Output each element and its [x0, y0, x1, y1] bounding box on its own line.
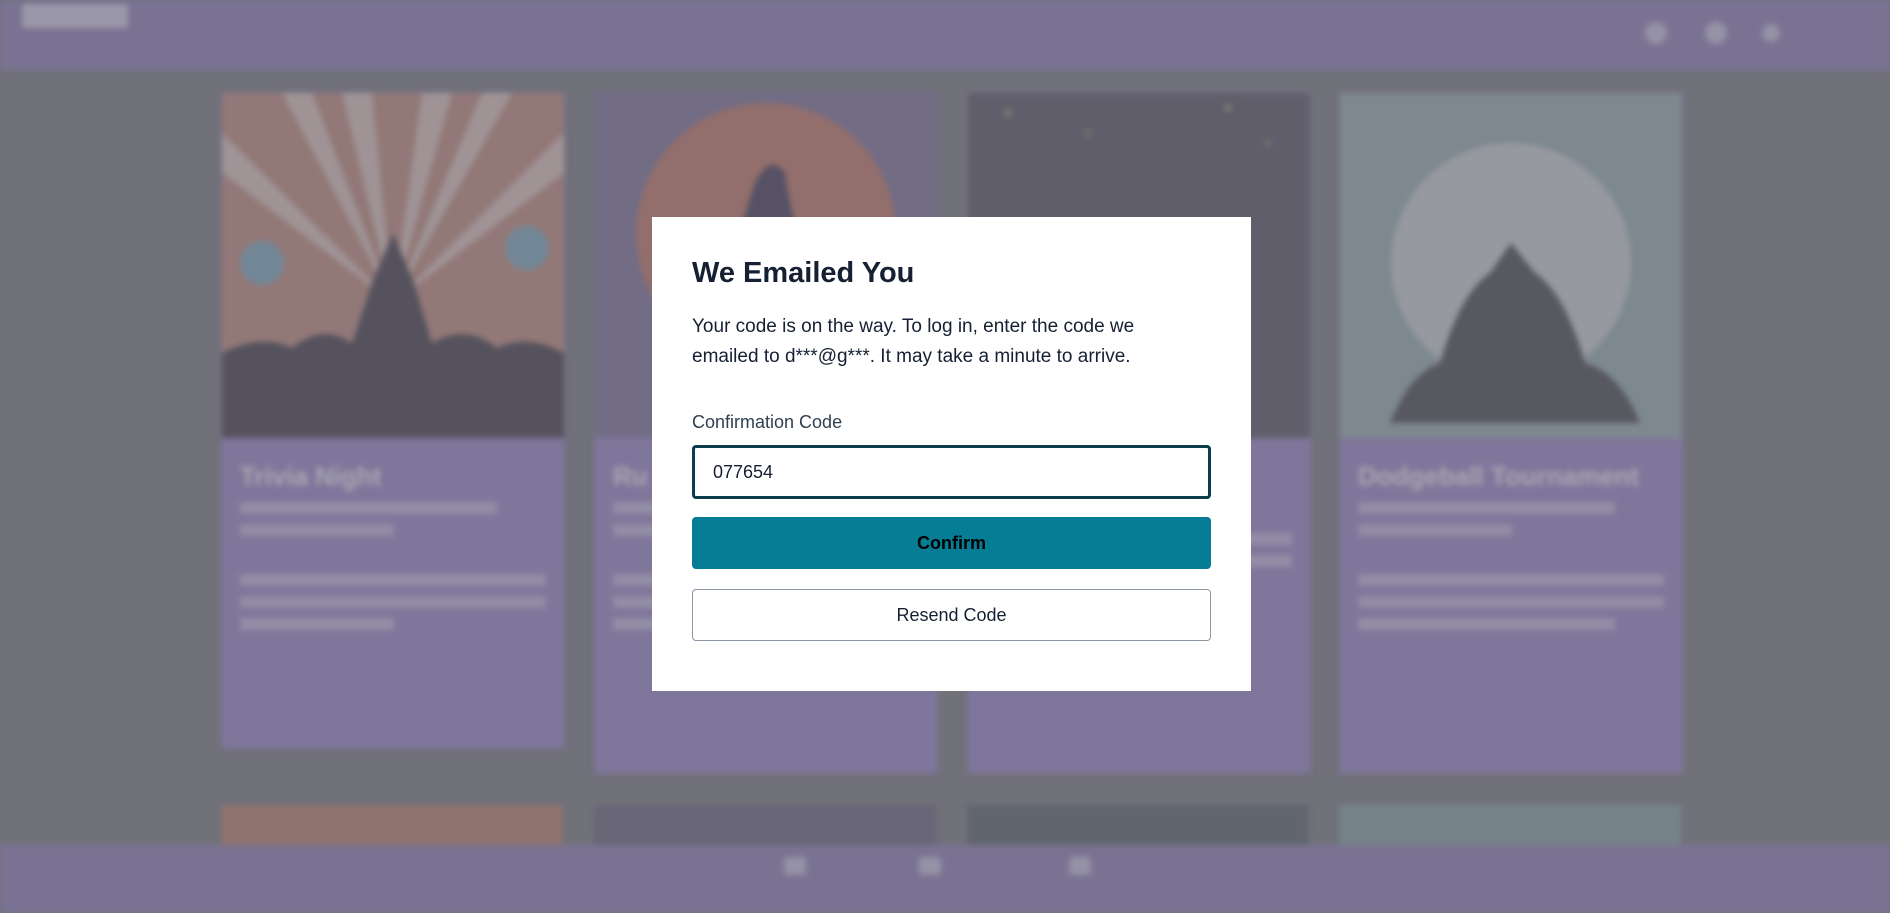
confirmation-dialog: We Emailed You Your code is on the way. …: [652, 217, 1251, 691]
confirmation-code-label: Confirmation Code: [692, 412, 843, 432]
dialog-description: Your code is on the way. To log in, ente…: [692, 316, 1135, 367]
resend-code-button[interactable]: Resend Code: [692, 589, 1211, 641]
confirmation-code-input[interactable]: [692, 445, 1211, 499]
confirm-button[interactable]: Confirm: [692, 517, 1211, 569]
dialog-title: We Emailed You: [692, 257, 915, 289]
